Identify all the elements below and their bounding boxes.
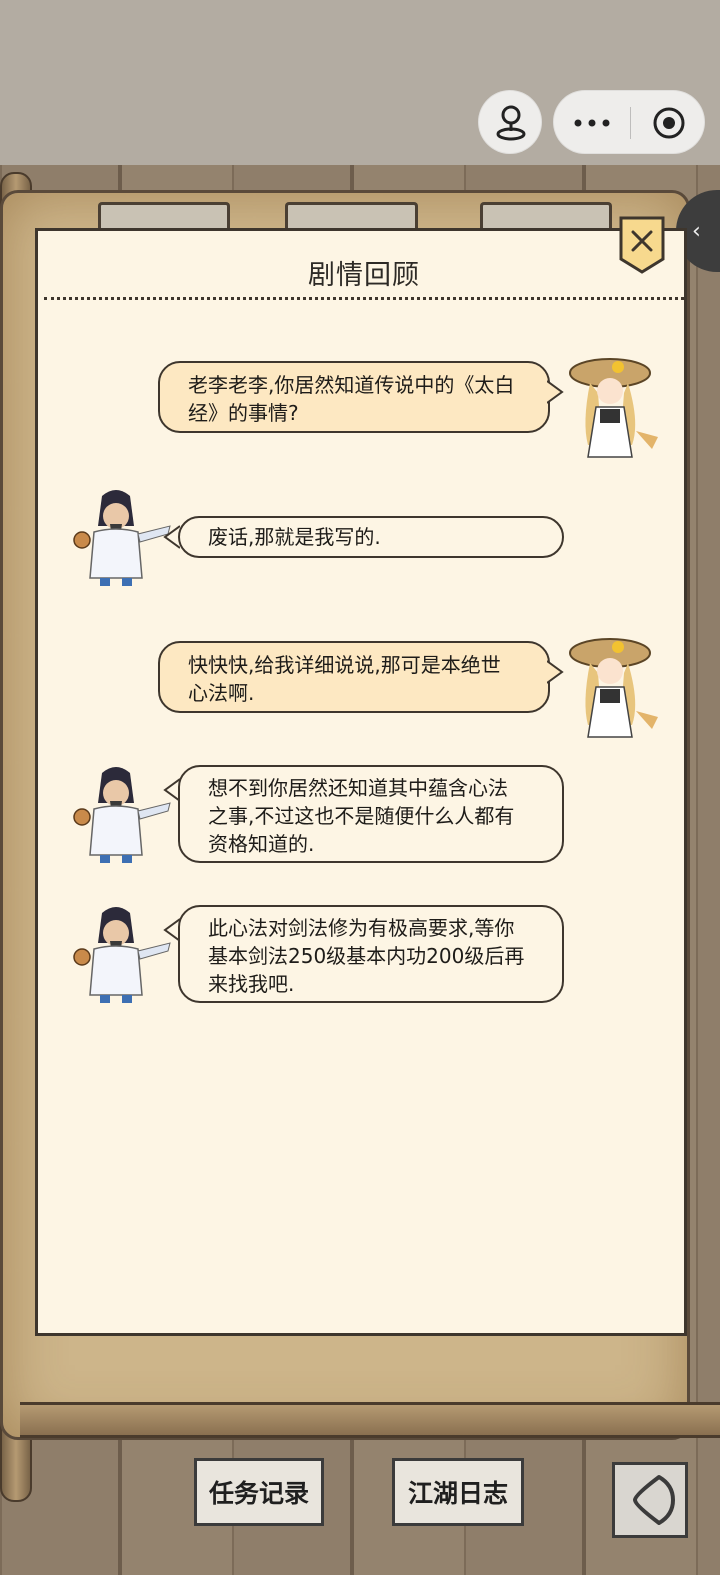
pin-icon[interactable] (479, 91, 543, 155)
dialogue-message: 此心法对剑法修为有极高要求,等你 基本剑法250级基本内功200级后再 来找我吧… (38, 901, 690, 1011)
dialogue-message: 废话,那就是我写的. (38, 484, 690, 594)
dialogue-message: 老李老李,你居然知道传说中的《太白 经》的事情? (38, 351, 690, 471)
scroll-rod-bottom (20, 1402, 720, 1438)
girl-avatar (569, 638, 658, 738)
jianghu-log-button[interactable]: 江湖日志 (392, 1458, 524, 1526)
dialogue-line: 经》的事情? (188, 401, 299, 425)
dialogue-line: 心法啊. (188, 681, 255, 705)
task-log-button[interactable]: 任务记录 (194, 1458, 324, 1526)
more-dots-icon[interactable] (554, 91, 630, 155)
title-divider (44, 297, 684, 300)
back-button[interactable] (612, 1462, 688, 1538)
speech-bubble: 快快快,给我详细说说,那可是本绝世 心法啊. (158, 641, 550, 713)
swordsman-avatar (73, 490, 171, 586)
speech-bubble: 此心法对剑法修为有极高要求,等你 基本剑法250级基本内功200级后再 来找我吧… (178, 905, 564, 1003)
bubble-tail (547, 380, 564, 404)
story-review-panel: 剧情回顾 老李老李,你居然知道传说中的《太白 经》的事情? 废话,那就是我写的.… (35, 216, 690, 1336)
close-icon[interactable] (618, 215, 666, 275)
dialogue-line: 之事,不过这也不是随便什么人都有 (208, 804, 515, 828)
panel-title: 剧情回顾 (308, 260, 420, 291)
speech-bubble: 想不到你居然还知道其中蕴含心法 之事,不过这也不是随便什么人都有 资格知道的. (178, 765, 564, 863)
dialogue-line: 快快快,给我详细说说,那可是本绝世 (188, 653, 501, 677)
dialogue-line: 老李老李,你居然知道传说中的《太白 (188, 373, 515, 397)
dialogue-line: 来找我吧. (208, 972, 295, 996)
bubble-tail (547, 660, 564, 684)
girl-avatar (569, 358, 658, 458)
dialogue-line: 基本剑法250级基本内功200级后再 (208, 944, 525, 968)
top-bar (0, 0, 720, 165)
swordsman-avatar (73, 767, 171, 863)
menu-capsule (553, 90, 705, 154)
dialogue-line: 此心法对剑法修为有极高要求,等你 (208, 916, 515, 940)
dialogue-line: 想不到你居然还知道其中蕴含心法 (208, 776, 508, 800)
location-capsule[interactable] (478, 90, 542, 154)
close-button[interactable] (618, 215, 666, 275)
speech-bubble: 老李老李,你居然知道传说中的《太白 经》的事情? (158, 361, 550, 433)
chevron-left-icon: ‹ (692, 218, 701, 244)
dialogue-message: 快快快,给我详细说说,那可是本绝世 心法啊. (38, 631, 690, 751)
back-arrow-icon (633, 1475, 675, 1525)
dialogue-line: 资格知道的. (208, 832, 315, 856)
dialogue-message: 想不到你居然还知道其中蕴含心法 之事,不过这也不是随便什么人都有 资格知道的. (38, 761, 690, 871)
swordsman-avatar (73, 907, 171, 1003)
speech-bubble: 废话,那就是我写的. (178, 516, 564, 558)
target-icon[interactable] (631, 91, 706, 155)
dialogue-line: 废话,那就是我写的. (208, 525, 381, 549)
